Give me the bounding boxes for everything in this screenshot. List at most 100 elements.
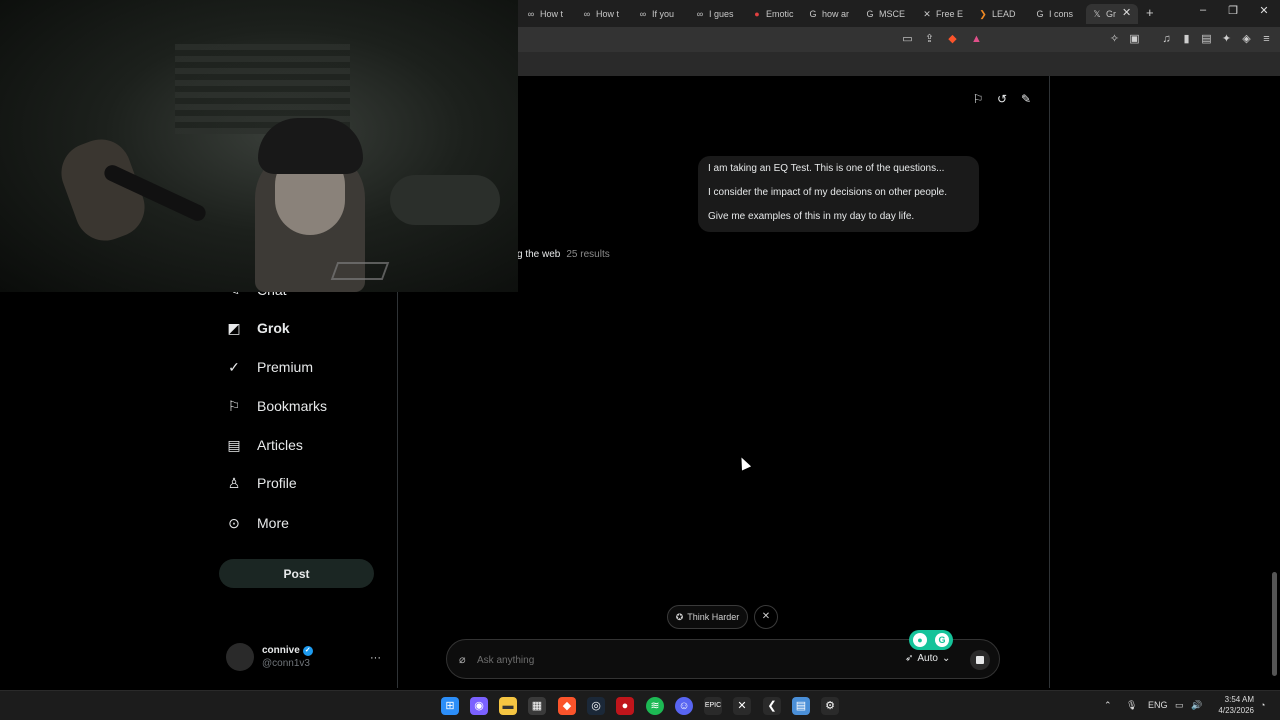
search-status[interactable]: g the web 25 results: [517, 249, 610, 260]
grammarly-widget[interactable]: ● G: [909, 630, 953, 650]
sidebar-item-articles[interactable]: ▤ Articles: [226, 437, 303, 453]
store-icon[interactable]: ▦: [528, 697, 546, 715]
think-harder-chip[interactable]: ✪ Think Harder: [667, 605, 748, 629]
copilot-icon[interactable]: ◉: [470, 697, 488, 715]
new-chat-icon[interactable]: ✎: [1019, 92, 1033, 106]
account-name: connive: [262, 645, 300, 656]
chevron-icon: ❯: [979, 9, 987, 19]
browser-tab[interactable]: ❯ LEAD: [972, 4, 1026, 24]
leo-icon[interactable]: ✦: [1220, 33, 1233, 46]
avatar: [226, 643, 254, 671]
stop-button[interactable]: [970, 650, 990, 670]
close-chip-button[interactable]: ✕: [754, 605, 778, 629]
mode-selector[interactable]: ➶ Auto ⌄: [905, 653, 950, 664]
webcam-overlay: [0, 0, 518, 292]
infinity-icon: ∞: [639, 9, 647, 19]
spotify-icon[interactable]: ≋: [646, 697, 664, 715]
extensions-icon[interactable]: ✧: [1108, 33, 1121, 46]
message-line: I consider the impact of my decisions on…: [708, 187, 948, 198]
new-tab-button[interactable]: +: [1146, 5, 1154, 20]
browser-tab[interactable]: GI cons: [1029, 4, 1083, 24]
grok-icon: ◩: [227, 320, 241, 336]
verified-icon: ✓: [302, 645, 313, 656]
maximize-button[interactable]: ❐: [1226, 4, 1240, 17]
windows-taskbar: ⊞ ◉ ▬ ▦ ◆ ◎ ● ≋ ☺ EPIC ✕ ❮ ▤ ⚙ ⌃ 🎙 ENG ▭…: [0, 690, 1280, 720]
record-icon: ●: [754, 9, 760, 19]
account-handle: @conn1v3: [262, 658, 310, 669]
scrollbar-thumb[interactable]: [1272, 572, 1277, 676]
browser-tab[interactable]: ✕ Free E: [916, 4, 970, 24]
post-button[interactable]: Post: [219, 559, 374, 588]
browser-tab[interactable]: ∞ If you: [632, 4, 686, 24]
microphone-icon[interactable]: 🎙: [1126, 700, 1137, 711]
bookmark-icon[interactable]: ⚐: [971, 92, 985, 106]
streamer-logo: [330, 262, 390, 280]
google-icon: G: [1036, 9, 1044, 19]
attach-icon[interactable]: ⌀: [459, 653, 466, 666]
cast-icon[interactable]: ▭: [901, 33, 914, 46]
couch-image: [390, 175, 500, 225]
browser-tab[interactable]: G MSCE: [859, 4, 913, 24]
settings-icon[interactable]: ⚙: [821, 697, 839, 715]
start-menu-icon[interactable]: ⊞: [441, 697, 459, 715]
premium-icon: ✓: [228, 359, 240, 375]
share-icon[interactable]: ⇪: [923, 33, 936, 46]
screenshot-icon[interactable]: ▣: [1128, 33, 1141, 46]
steam-icon[interactable]: ◎: [587, 697, 605, 715]
google-icon: G: [809, 9, 817, 19]
system-clock[interactable]: 3:54 AM 4/23/2026: [1206, 694, 1254, 716]
brave-rewards-icon[interactable]: ▲: [970, 33, 983, 46]
lightbulb-icon: ✪: [675, 611, 684, 622]
browser-tab[interactable]: ∞ How t: [576, 4, 630, 24]
minimize-button[interactable]: –: [1196, 4, 1210, 16]
volume-icon[interactable]: 🔊: [1191, 700, 1202, 711]
brave-browser-icon[interactable]: ◆: [558, 697, 576, 715]
recorder-icon[interactable]: ●: [616, 697, 634, 715]
articles-icon: ▤: [227, 437, 241, 453]
browser-tab[interactable]: ∞ How t: [520, 4, 574, 24]
google-icon: G: [866, 9, 874, 19]
infinity-icon: ∞: [527, 9, 535, 19]
sidebar-item-bookmarks[interactable]: ⚐ Bookmarks: [226, 398, 327, 414]
chevron-down-icon: ⌄: [941, 653, 951, 664]
history-icon[interactable]: ↺: [995, 92, 1009, 106]
language-indicator[interactable]: ENG: [1148, 700, 1168, 710]
sidebar-item-grok[interactable]: ◩ Grok: [226, 320, 289, 336]
bookmark-icon: ⚐: [227, 398, 241, 414]
epic-games-icon[interactable]: EPIC: [704, 697, 722, 715]
sidebar-item-profile[interactable]: ♙ Profile: [226, 475, 297, 491]
infinity-icon: ∞: [696, 9, 704, 19]
notifications-icon[interactable]: ◔: [1260, 700, 1265, 710]
ask-input[interactable]: [477, 651, 877, 669]
rocket-icon: ➶: [905, 653, 914, 664]
location-pin-icon: ●: [913, 633, 927, 647]
app-icon[interactable]: ❮: [763, 697, 781, 715]
close-tab-icon[interactable]: ✕: [1122, 6, 1131, 19]
tray-overflow-icon[interactable]: ⌃: [1104, 700, 1112, 711]
sidebar-item-more[interactable]: ⊙ More: [226, 515, 289, 531]
discord-icon[interactable]: ☺: [675, 697, 693, 715]
menu-icon[interactable]: ≡: [1260, 33, 1273, 46]
file-explorer-icon[interactable]: ▬: [499, 697, 517, 715]
music-icon[interactable]: ♫: [1160, 33, 1173, 46]
close-window-button[interactable]: ✕: [1257, 4, 1271, 17]
message-line: Give me examples of this in my day to da…: [708, 211, 915, 222]
sidebar-icon[interactable]: ▮: [1180, 33, 1193, 46]
more-icon: ⊙: [228, 515, 240, 531]
wallet-icon[interactable]: ▤: [1200, 33, 1213, 46]
message-line: I am taking an EQ Test. This is one of t…: [708, 163, 945, 174]
browser-tab[interactable]: Ghow ar: [802, 4, 856, 24]
x-logo-icon: 𝕏: [1093, 9, 1101, 19]
account-switcher[interactable]: connive ✓ @conn1v3: [226, 643, 313, 671]
network-icon[interactable]: ▭: [1175, 700, 1184, 711]
sidebar-item-premium[interactable]: ✓ Premium: [226, 359, 313, 375]
brave-shield-icon[interactable]: ◆: [946, 33, 959, 46]
account-more-button[interactable]: ···: [370, 652, 381, 664]
vpn-icon[interactable]: ◈: [1240, 33, 1253, 46]
notepad-icon[interactable]: ▤: [792, 697, 810, 715]
xbox-icon[interactable]: ✕: [733, 697, 751, 715]
browser-tab[interactable]: ∞ I gues: [689, 4, 743, 24]
browser-tab[interactable]: ● Emotic: [746, 4, 800, 24]
search-result-count: 25 results: [566, 249, 610, 260]
user-message-bubble: I am taking an EQ Test. This is one of t…: [698, 156, 979, 232]
